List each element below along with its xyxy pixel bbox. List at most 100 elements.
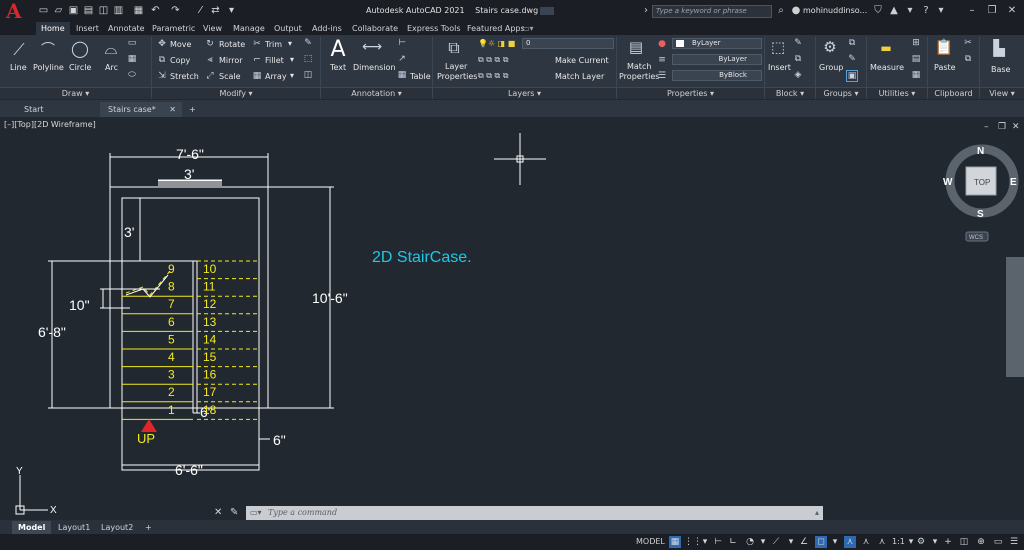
add-layout-icon[interactable]: + (139, 521, 158, 534)
polar-icon[interactable]: ◔ (744, 536, 756, 548)
web-save-icon[interactable]: ▥ (113, 5, 124, 16)
object-snap-tracking-icon[interactable]: ∠ (798, 536, 810, 548)
tab-annotate[interactable]: Annotate (108, 22, 145, 35)
annotation-panel-label[interactable]: Annotation ▾ (321, 87, 432, 99)
polyline-button[interactable]: Polyline (33, 63, 64, 72)
polyline-icon[interactable]: ⌒ (39, 39, 57, 59)
rectangle-icon[interactable]: ▭ (126, 38, 138, 50)
match-properties-label-2[interactable]: Properties (619, 72, 659, 81)
modify-panel-label[interactable]: Modify ▾ (152, 87, 320, 99)
help-search-input[interactable]: Type a keyword or phrase (652, 5, 772, 18)
viewport-restore-icon[interactable]: ❐ (998, 122, 1006, 132)
minimize-icon[interactable]: – (966, 5, 978, 17)
array-dropdown-icon[interactable]: ▾ (290, 71, 294, 80)
ungroup-icon[interactable]: ⧉ (846, 38, 858, 50)
command-close-icon[interactable]: ✕ (214, 507, 222, 518)
auto-scale-icon[interactable]: ⋏ (860, 536, 872, 548)
paste-button[interactable]: Paste (934, 63, 956, 72)
base-view-icon[interactable]: ▙ (988, 39, 1010, 59)
help-dropdown-icon[interactable]: ▾ (935, 5, 947, 17)
linetype-dropdown[interactable]: ByLayer (672, 54, 762, 65)
arc-button[interactable]: Arc (105, 63, 118, 72)
viewcube[interactable]: TOP N S E W WCS (943, 144, 1019, 242)
autocad-logo-icon[interactable]: A (6, 1, 28, 21)
utilities-panel-label[interactable]: Utilities ▾ (867, 87, 927, 99)
copy-button[interactable]: Copy (170, 56, 190, 65)
hatch-icon[interactable]: ▦ (126, 54, 138, 66)
layer-properties-icon[interactable]: ⧉ (443, 38, 465, 60)
cut-icon[interactable]: ✂ (962, 38, 974, 50)
help-icon[interactable]: ? (920, 5, 932, 17)
ribbon-options-icon[interactable]: ▭▾ (522, 22, 534, 35)
properties-panel-label[interactable]: Properties ▾ (617, 87, 764, 99)
group-icon[interactable]: ⚙ (820, 38, 840, 60)
stretch-button[interactable]: Stretch (170, 72, 199, 81)
annotation-monitor-icon[interactable]: + (942, 536, 954, 548)
new-file-icon[interactable]: ▭ (38, 5, 49, 16)
model-space-button[interactable]: MODEL (636, 537, 665, 546)
workspace-dropdown-icon[interactable]: ▾ (929, 536, 941, 548)
scale-button[interactable]: Scale (219, 72, 241, 81)
fillet-dropdown-icon[interactable]: ▾ (290, 55, 294, 64)
viewport-controls-label[interactable]: [–][Top][2D Wireframe] (4, 120, 96, 129)
fillet-button[interactable]: Fillet (265, 56, 284, 65)
insert-button[interactable]: Insert (768, 63, 791, 72)
move-button[interactable]: Move (170, 40, 191, 49)
group-select-icon[interactable]: ▣ (846, 70, 858, 82)
restore-icon[interactable]: ❐ (986, 5, 998, 17)
object-snap-icon[interactable]: ◻ (815, 536, 827, 548)
search-icon[interactable]: ⌕ (775, 5, 787, 17)
id-point-icon[interactable]: ⊞ (910, 38, 922, 50)
customization-icon[interactable]: ☰ (1008, 536, 1020, 548)
share-view-icon[interactable] (540, 7, 554, 15)
group-button[interactable]: Group (819, 63, 843, 72)
tab-insert[interactable]: Insert (76, 22, 99, 35)
layout-tab-layout2[interactable]: Layout2 (95, 521, 139, 534)
match-properties-label-1[interactable]: Match (627, 62, 651, 71)
user-name[interactable]: mohinuddinso... (803, 6, 867, 15)
dropdown-icon[interactable]: ▾ (904, 5, 916, 17)
block-panel-label[interactable]: Block ▾ (765, 87, 815, 99)
make-current-button[interactable]: Make Current (555, 56, 609, 65)
object-snap-dropdown-icon[interactable]: ▾ (829, 536, 841, 548)
circle-icon[interactable]: ◯ (70, 39, 90, 59)
web-icon[interactable]: ◫ (98, 5, 109, 16)
share-icon[interactable]: ⁄ (195, 5, 206, 16)
save-icon[interactable]: ▣ (68, 5, 79, 16)
quick-select-icon[interactable]: ▤ (910, 54, 922, 66)
measure-icon[interactable]: ▬ (876, 41, 896, 55)
plot-icon[interactable]: ▦ (133, 5, 144, 16)
copy-clip-icon[interactable]: ⧉ (962, 54, 974, 66)
layers-panel-label[interactable]: Layers ▾ (433, 87, 616, 99)
line-button[interactable]: Line (10, 63, 27, 72)
linear-dim-icon[interactable]: ⊢ (396, 38, 408, 50)
erase-icon[interactable]: ✎ (302, 38, 314, 50)
save-as-icon[interactable]: ▤ (83, 5, 94, 16)
navigation-bar[interactable] (1006, 257, 1024, 377)
tab-parametric[interactable]: Parametric (152, 22, 195, 35)
snap-dropdown-icon[interactable]: ▾ (699, 536, 711, 548)
clipboard-panel-label[interactable]: Clipboard (928, 87, 979, 99)
units-icon[interactable]: ◫ (958, 536, 970, 548)
close-icon[interactable]: ✕ (1006, 5, 1018, 17)
group-edit-icon[interactable]: ✎ (846, 54, 858, 66)
trim-dropdown-icon[interactable]: ▾ (288, 39, 292, 48)
arc-icon[interactable]: ⌓ (101, 39, 121, 59)
grid-icon[interactable]: ▦ (669, 536, 681, 548)
doc-tab-start[interactable]: Start (16, 102, 96, 117)
search-chevron-icon[interactable]: › (640, 5, 652, 17)
layer-dropdown[interactable]: 0 (522, 38, 614, 49)
command-customize-icon[interactable]: ✎ (230, 507, 238, 518)
layer-properties-label-1[interactable]: Layer (445, 62, 467, 71)
tab-express-tools[interactable]: Express Tools (407, 22, 461, 35)
color-dropdown[interactable]: ByLayer (672, 38, 762, 49)
isodraft-dropdown-icon[interactable]: ▾ (785, 536, 797, 548)
text-icon[interactable]: A (328, 37, 348, 62)
dimension-icon[interactable]: ⟷ (360, 39, 384, 59)
redo-icon[interactable]: ↷ (170, 5, 181, 16)
calculator-icon[interactable]: ▦ (910, 70, 922, 82)
open-file-icon[interactable]: ▱ (53, 5, 64, 16)
infer-constraints-icon[interactable]: ⊢ (712, 536, 724, 548)
isodraft-icon[interactable]: ⟋ (770, 536, 782, 548)
hardware-acceleration-icon[interactable]: ▭ (992, 536, 1004, 548)
